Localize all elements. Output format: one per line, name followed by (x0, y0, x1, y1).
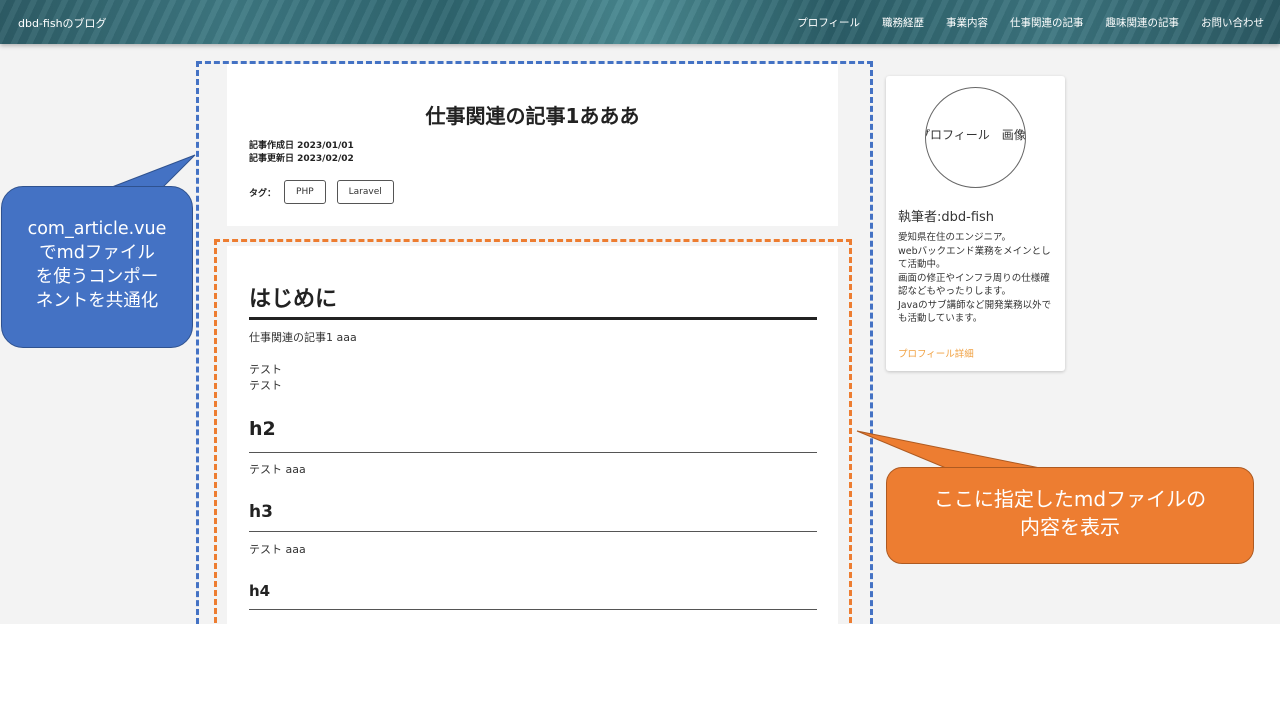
nav-item-career[interactable]: 職務経歴 (882, 15, 924, 30)
markdown-annotation-callout: ここに指定したmdファイルの 内容を表示 (886, 467, 1254, 564)
callout-line: を使うコンポー (35, 267, 159, 287)
callout-line: ここに指定したmdファイルの (933, 487, 1207, 511)
callout-line: でmdファイル (39, 243, 155, 263)
callout-pointers (111, 154, 1041, 469)
nav-item-profile[interactable]: プロフィール (797, 15, 860, 30)
nav-item-contact[interactable]: お問い合わせ (1201, 15, 1264, 30)
callout-line: ネントを共通化 (35, 291, 159, 311)
callout-line: 内容を表示 (1020, 515, 1120, 539)
site-brand[interactable]: dbd-fishのブログ (18, 15, 107, 31)
orange-callout-pointer (856, 430, 1041, 469)
nav-item-business[interactable]: 事業内容 (946, 15, 988, 30)
callout-line: com_article.vue (27, 219, 167, 239)
nav-item-work-articles[interactable]: 仕事関連の記事 (1010, 15, 1084, 30)
component-annotation-callout: com_article.vue でmdファイル を使うコンポー ネントを共通化 (1, 186, 193, 348)
nav-item-hobby-articles[interactable]: 趣味関連の記事 (1106, 15, 1180, 30)
blue-callout-pointer (111, 154, 196, 191)
nav-menu: プロフィール 職務経歴 事業内容 仕事関連の記事 趣味関連の記事 お問い合わせ (797, 15, 1264, 30)
